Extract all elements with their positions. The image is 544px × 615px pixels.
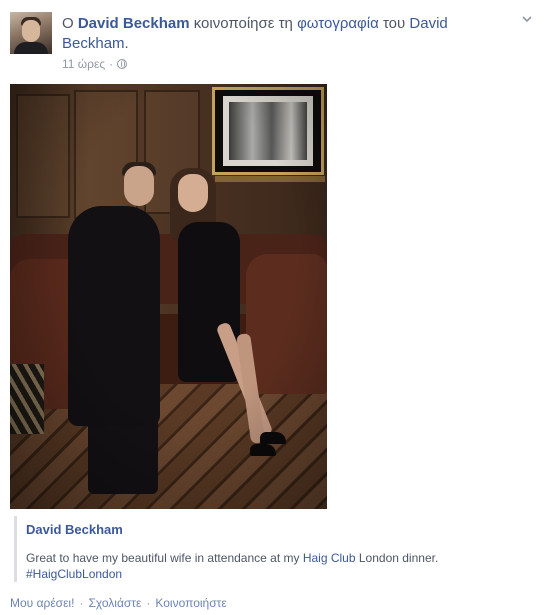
timestamp-link[interactable]: 11 ώρες [62, 57, 105, 71]
action-separator: · [79, 596, 84, 610]
story-header: Ο David Beckham κοινοποίησε τη φωτογραφί… [62, 14, 502, 54]
actor-name-link[interactable]: David Beckham [78, 15, 190, 32]
share-button[interactable]: Κοινοποιήστε [155, 595, 226, 611]
card-author-link[interactable]: David Beckham [26, 522, 526, 538]
photo-link[interactable]: φωτογραφία [297, 15, 379, 32]
meta-separator: · [109, 57, 114, 71]
header-prefix: Ο [62, 15, 74, 32]
avatar-face-shape [22, 20, 40, 42]
owner-first-name: David [409, 15, 448, 32]
caption-text-after: London dinner. [358, 551, 439, 565]
comment-button[interactable]: Σχολιάστε [88, 595, 141, 611]
original-post-card: David Beckham Great to have my beautiful… [14, 516, 526, 582]
story-actions: Μου αρέσει! · Σχολιάστε · Κοινοποιήστε [10, 595, 227, 611]
owner-last-name: Beckham [62, 35, 125, 52]
header-end-punct: . [124, 35, 129, 52]
haig-club-link[interactable]: Haig Club [303, 551, 356, 565]
shared-photo[interactable] [10, 84, 327, 509]
header-preposition: του [382, 15, 406, 32]
hashtag-link[interactable]: #HaigClubLondon [26, 567, 122, 581]
avatar-coat-shape [14, 42, 48, 54]
globe-icon[interactable] [117, 59, 128, 69]
profile-avatar[interactable] [10, 12, 52, 54]
feed-story: Ο David Beckham κοινοποίησε τη φωτογραφί… [0, 0, 544, 615]
header-verb: κοινοποίησε τη [193, 15, 293, 32]
like-button[interactable]: Μου αρέσει! [10, 595, 74, 611]
caption-text-before: Great to have my beautiful wife in atten… [26, 551, 300, 565]
photo-vignette [10, 84, 327, 509]
story-meta: 11 ώρες · [62, 57, 128, 71]
action-separator: · [146, 596, 151, 610]
card-caption: Great to have my beautiful wife in atten… [26, 550, 526, 582]
chevron-down-icon[interactable] [522, 14, 532, 24]
